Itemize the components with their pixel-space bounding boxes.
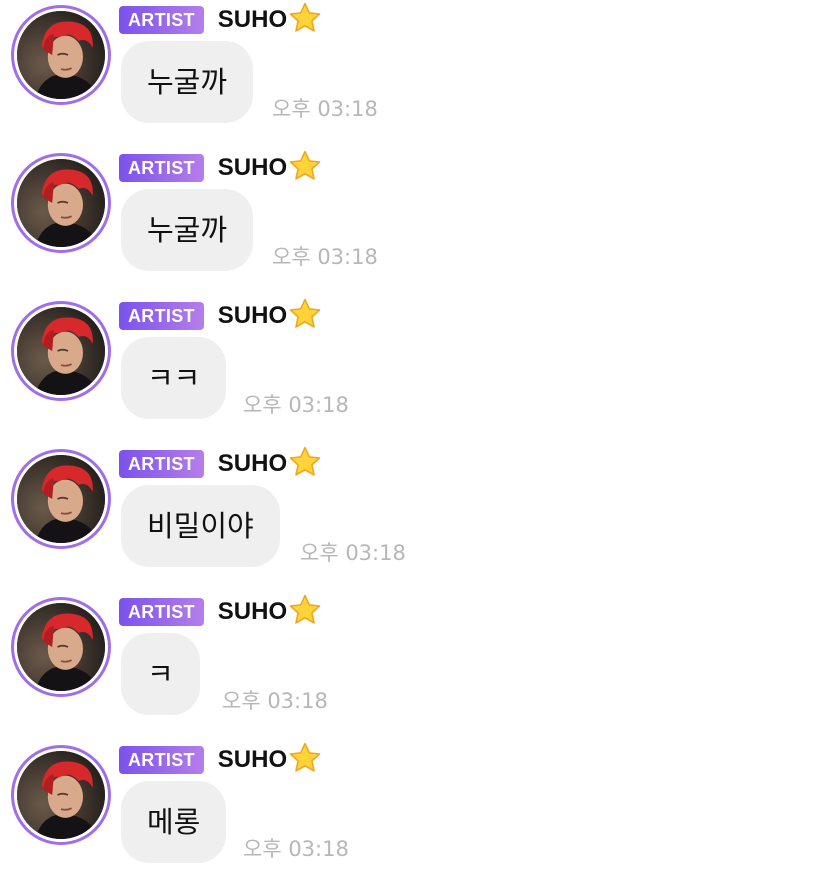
profile-photo: [17, 455, 105, 543]
message-timestamp: 오후 03:18: [272, 97, 378, 121]
star-icon: [288, 149, 322, 183]
message-bubble[interactable]: 누굴까: [121, 41, 254, 123]
avatar[interactable]: [11, 449, 111, 549]
message-timestamp: 오후 03:18: [243, 393, 349, 417]
star-icon: [288, 593, 322, 627]
profile-photo: [17, 159, 105, 247]
chat-message: ARTIST SUHO ㅋㅋ 오후 03:18: [0, 296, 828, 436]
artist-badge: ARTIST: [119, 598, 204, 626]
profile-photo: [17, 751, 105, 839]
artist-badge: ARTIST: [119, 302, 204, 330]
message-timestamp: 오후 03:18: [222, 689, 328, 713]
message-header: ARTIST SUHO: [119, 446, 322, 479]
profile-photo: [17, 603, 105, 691]
artist-badge: ARTIST: [119, 154, 204, 182]
avatar[interactable]: [11, 153, 111, 253]
artist-badge: ARTIST: [119, 6, 204, 34]
chat-message: ARTIST SUHO ㅋ 오후 03:18: [0, 592, 828, 732]
message-header: ARTIST SUHO: [119, 298, 322, 331]
profile-photo: [17, 307, 105, 395]
profile-photo: [17, 11, 105, 99]
chat-message: ARTIST SUHO 누굴까 오후 03:18: [0, 0, 828, 140]
message-timestamp: 오후 03:18: [300, 541, 406, 565]
message-bubble[interactable]: 비밀이야: [121, 485, 280, 567]
message-header: ARTIST SUHO: [119, 2, 322, 35]
avatar[interactable]: [11, 745, 111, 845]
message-bubble[interactable]: ㅋㅋ: [121, 337, 227, 419]
message-header: ARTIST SUHO: [119, 150, 322, 183]
sender-name[interactable]: SUHO: [218, 597, 287, 627]
chat-message: ARTIST SUHO 메롱 오후 03:18: [0, 740, 828, 880]
star-icon: [288, 741, 322, 775]
avatar[interactable]: [11, 597, 111, 697]
message-header: ARTIST SUHO: [119, 742, 322, 775]
message-bubble[interactable]: 메롱: [121, 781, 227, 863]
sender-name[interactable]: SUHO: [218, 5, 287, 35]
chat-message-list[interactable]: ARTIST SUHO 누굴까 오후 03:18 ARTIST SUHO 누굴까…: [0, 0, 828, 895]
artist-badge: ARTIST: [119, 746, 204, 774]
message-header: ARTIST SUHO: [119, 594, 322, 627]
sender-name[interactable]: SUHO: [218, 301, 287, 331]
avatar[interactable]: [11, 301, 111, 401]
artist-badge: ARTIST: [119, 450, 204, 478]
message-timestamp: 오후 03:18: [243, 837, 349, 861]
star-icon: [288, 297, 322, 331]
chat-message: ARTIST SUHO 누굴까 오후 03:18: [0, 148, 828, 288]
star-icon: [288, 1, 322, 35]
sender-name[interactable]: SUHO: [218, 745, 287, 775]
message-timestamp: 오후 03:18: [272, 245, 378, 269]
message-bubble[interactable]: ㅋ: [121, 633, 200, 715]
message-bubble[interactable]: 누굴까: [121, 189, 254, 271]
avatar[interactable]: [11, 5, 111, 105]
sender-name[interactable]: SUHO: [218, 153, 287, 183]
chat-message: ARTIST SUHO 비밀이야 오후 03:18: [0, 444, 828, 584]
star-icon: [288, 445, 322, 479]
sender-name[interactable]: SUHO: [218, 449, 287, 479]
